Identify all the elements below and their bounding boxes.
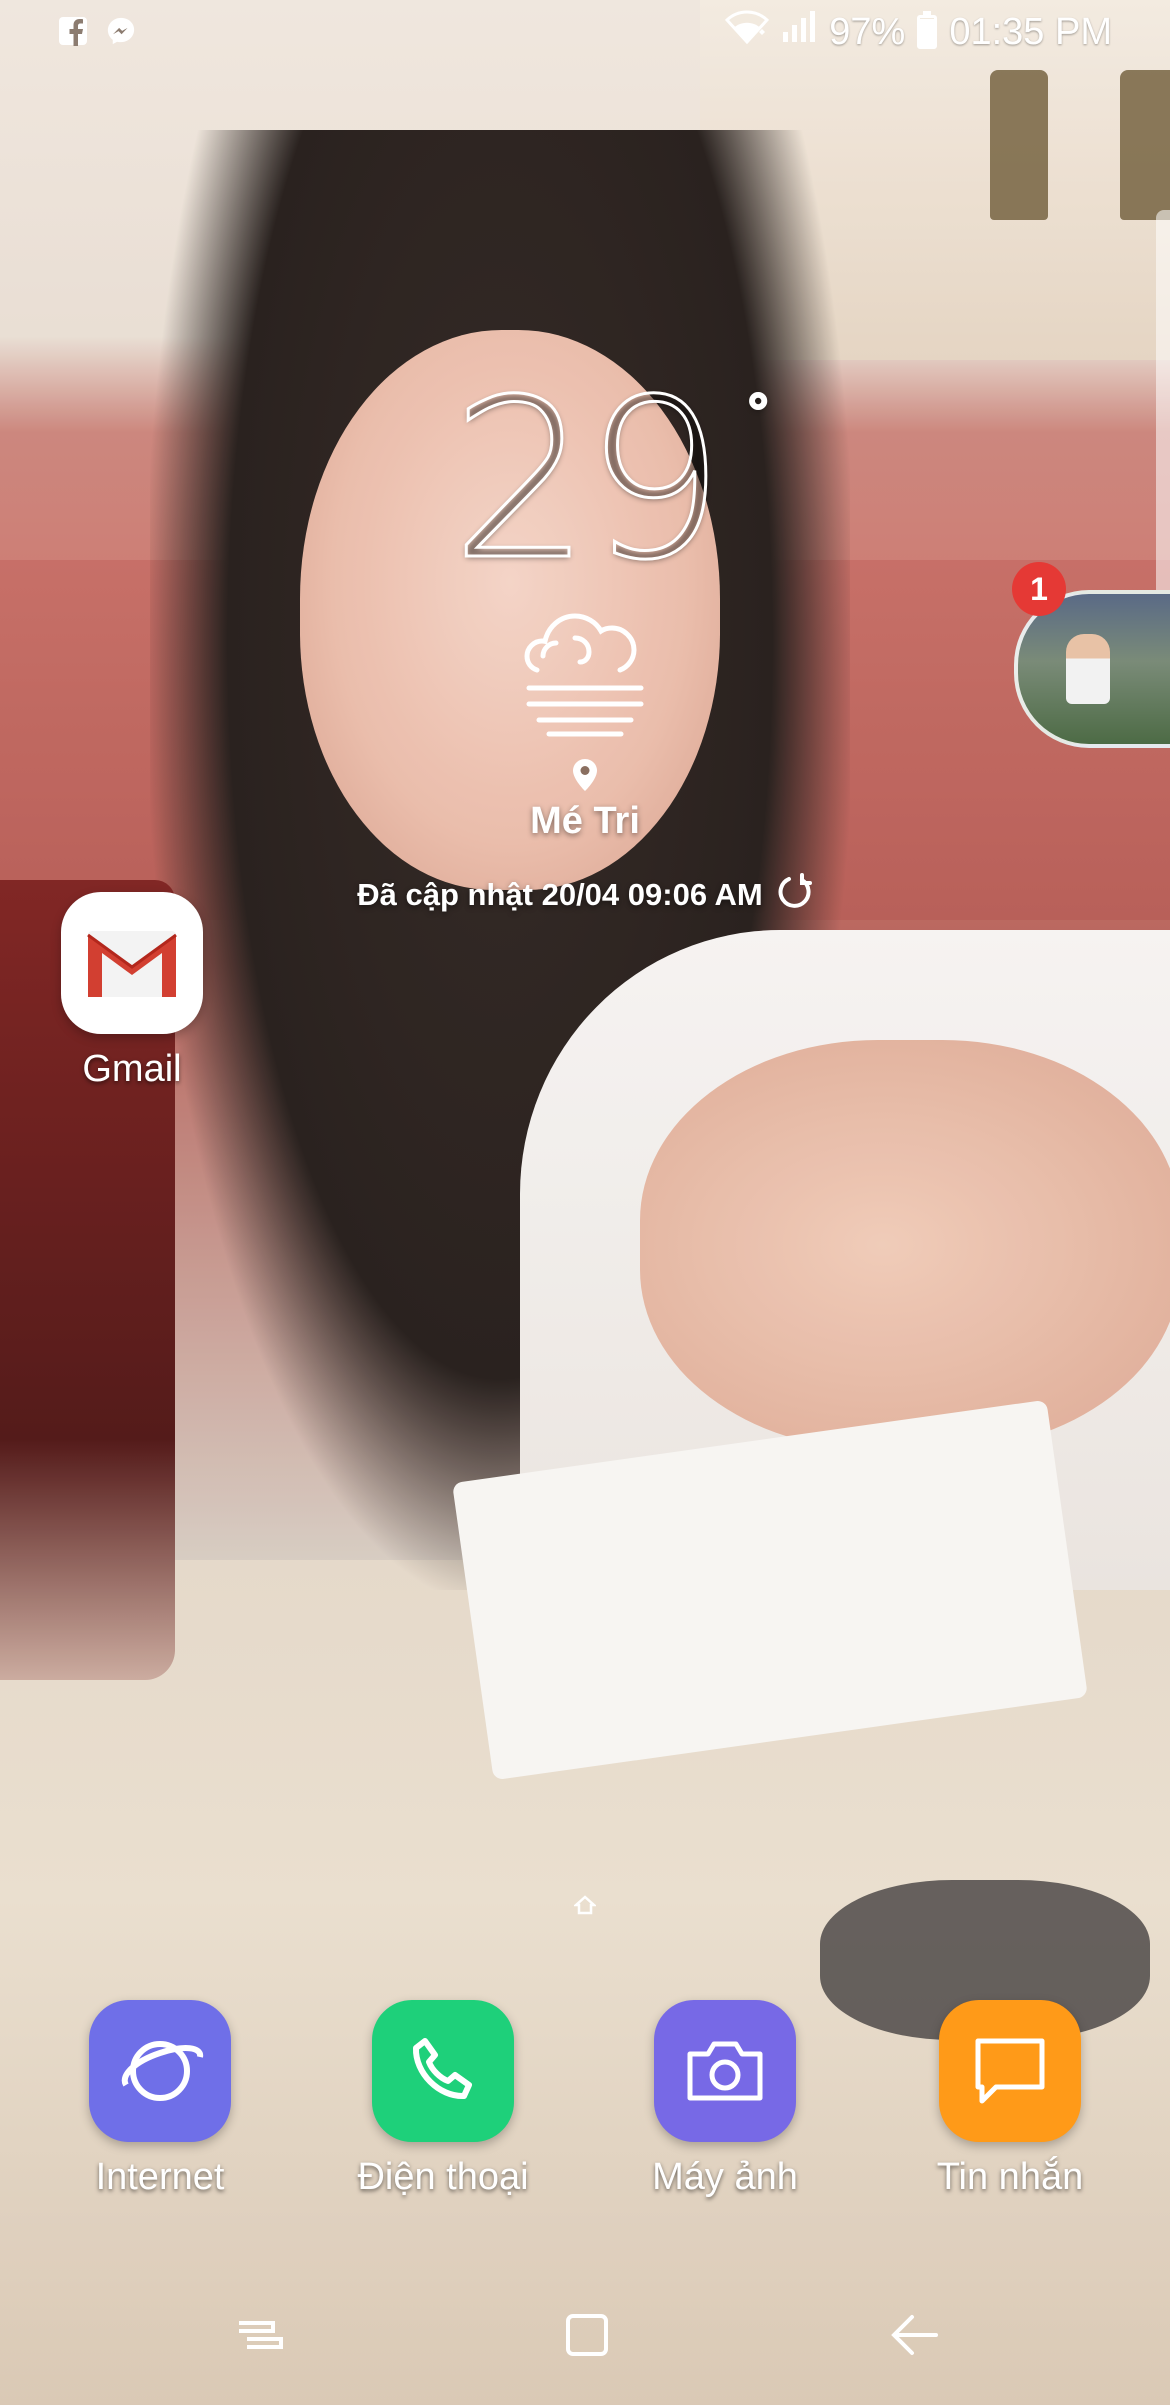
system-status: 97% 01:35 PM	[725, 10, 1112, 54]
dock-app-phone[interactable]: Điện thoại	[353, 2000, 533, 2199]
notification-badge: 1	[1012, 562, 1066, 616]
facebook-icon	[58, 16, 88, 46]
updated-text: Đã cập nhật 20/04 09:06 AM	[357, 877, 763, 912]
app-label: Điện thoại	[357, 2156, 529, 2198]
app-label: Internet	[95, 2156, 225, 2198]
app-gmail[interactable]: Gmail	[42, 892, 222, 1091]
degree-symbol: °	[746, 382, 771, 445]
notification-icons	[58, 16, 136, 46]
phone-icon	[372, 2000, 514, 2142]
weather-updated: Đã cập nhật 20/04 09:06 AM	[300, 873, 870, 917]
navigation-bar	[0, 2270, 1170, 2405]
app-label: Gmail	[82, 1048, 182, 1090]
location-name: Mé Tri	[530, 800, 640, 842]
page-indicator[interactable]	[540, 1894, 630, 1920]
camera-icon	[654, 2000, 796, 2142]
wifi-icon	[725, 10, 770, 54]
location-pin-icon	[572, 758, 598, 792]
temperature: 29	[450, 352, 727, 608]
back-icon[interactable]	[880, 2300, 950, 2370]
battery-icon	[917, 11, 938, 49]
cellular-signal-icon	[781, 10, 817, 54]
refresh-icon[interactable]	[777, 873, 813, 917]
dock-app-messages[interactable]: Tin nhắn	[920, 2000, 1100, 2199]
messenger-icon	[106, 16, 136, 46]
windy-cloud-icon	[515, 608, 655, 738]
clock: 01:35 PM	[949, 10, 1112, 53]
recent-apps-icon[interactable]	[225, 2300, 295, 2370]
home-page-icon	[572, 1894, 598, 1920]
internet-planet-icon	[89, 2000, 231, 2142]
app-label: Tin nhắn	[936, 2156, 1084, 2198]
temperature-display: 29 °	[450, 369, 771, 592]
battery-percent: 97%	[829, 10, 906, 53]
dock-app-internet[interactable]: Internet	[70, 2000, 250, 2199]
home-icon[interactable]	[552, 2300, 622, 2370]
weather-widget[interactable]: 29 ° Mé Tri Đã cập nhật 20/04 09:06 AM	[300, 369, 870, 917]
chat-head-avatar	[1066, 634, 1110, 704]
message-icon	[939, 2000, 1081, 2142]
gmail-icon	[61, 892, 203, 1034]
status-bar[interactable]: 97% 01:35 PM	[0, 0, 1170, 68]
app-label: Máy ảnh	[652, 2156, 798, 2198]
battery-level	[920, 18, 935, 46]
dock-app-camera[interactable]: Máy ảnh	[635, 2000, 815, 2199]
